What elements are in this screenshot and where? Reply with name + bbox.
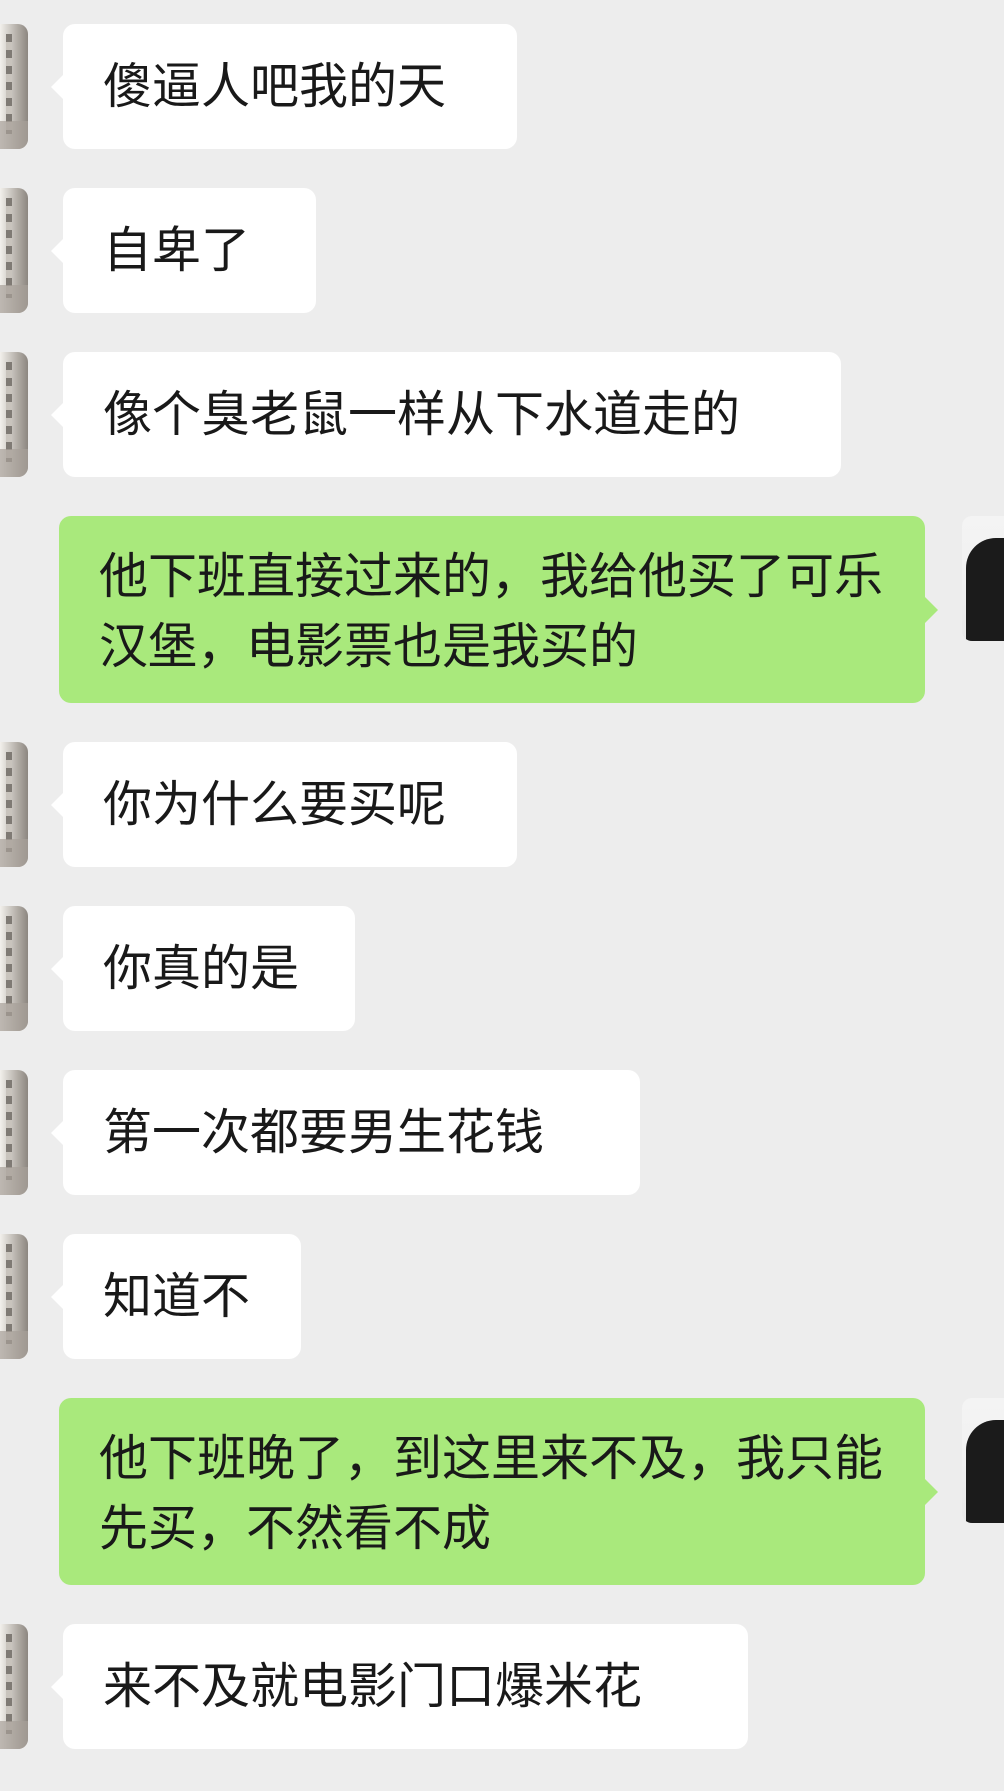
message-bubble[interactable]: 他下班直接过来的，我给他买了可乐汉堡，电影票也是我买的 (59, 516, 938, 703)
contact-avatar[interactable] (0, 352, 28, 477)
contact-avatar[interactable] (0, 742, 28, 867)
message-bubble[interactable]: 来不及就电影门口爆米花 (51, 1624, 748, 1749)
message-text: 知道不 (103, 1267, 251, 1325)
message-bubble[interactable]: 你为什么要买呢 (51, 742, 517, 867)
message-text: 第一次都要男生花钱 (103, 1103, 545, 1161)
message-bubble[interactable]: 像个臭老鼠一样从下水道走的 (51, 352, 841, 477)
my-avatar[interactable] (962, 516, 1004, 641)
message-text: 他下班晚了，到这里来不及，我只能先买，不然看不成 (99, 1430, 884, 1557)
contact-avatar[interactable] (0, 24, 28, 149)
my-avatar[interactable] (962, 1398, 1004, 1523)
message-text: 傻逼人吧我的天 (103, 57, 447, 115)
message-text: 来不及就电影门口爆米花 (103, 1657, 643, 1715)
message-bubble[interactable]: 自卑了 (51, 188, 316, 313)
message-text: 你真的是 (103, 939, 300, 997)
message-bubble[interactable]: 第一次都要男生花钱 (51, 1070, 640, 1195)
contact-avatar[interactable] (0, 1234, 28, 1359)
message-bubble[interactable]: 知道不 (51, 1234, 301, 1359)
chat-message-list[interactable]: 傻逼人吧我的天 自卑了 像个臭老鼠一样从下水道走的 他下班直接过来的，我给他买了… (0, 0, 1004, 1791)
message-bubble[interactable]: 你真的是 (51, 906, 355, 1031)
message-bubble[interactable]: 他下班晚了，到这里来不及，我只能先买，不然看不成 (59, 1398, 938, 1585)
message-text: 你为什么要买呢 (103, 775, 447, 833)
contact-avatar[interactable] (0, 1624, 28, 1749)
message-text: 自卑了 (103, 221, 251, 279)
message-bubble[interactable]: 傻逼人吧我的天 (51, 24, 517, 149)
contact-avatar[interactable] (0, 1070, 28, 1195)
contact-avatar[interactable] (0, 188, 28, 313)
message-text: 像个臭老鼠一样从下水道走的 (103, 385, 741, 443)
contact-avatar[interactable] (0, 906, 28, 1031)
message-text: 他下班直接过来的，我给他买了可乐汉堡，电影票也是我买的 (99, 548, 884, 675)
